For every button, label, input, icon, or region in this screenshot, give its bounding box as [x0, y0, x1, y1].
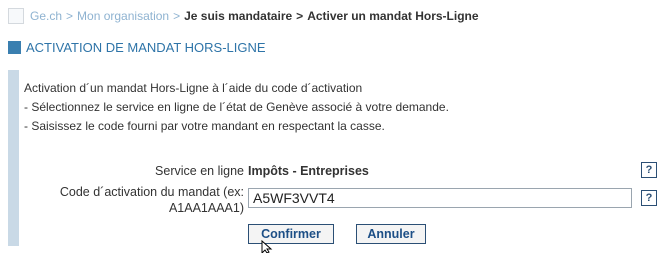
instructions: Activation d´un mandat Hors-Ligne à l´ai…	[24, 79, 449, 136]
breadcrumb: Ge.ch > Mon organisation > Je suis manda…	[8, 8, 479, 24]
instruction-line: - Sélectionnez le service en ligne de l´…	[24, 100, 449, 114]
code-label-line2: A1AA1AAA1)	[168, 201, 244, 215]
instructions-heading: Activation d´un mandat Hors-Ligne à l´ai…	[24, 81, 363, 95]
confirm-button[interactable]: Confirmer	[248, 224, 334, 244]
code-label-line1: Code d´activation du mandat (ex:	[59, 185, 244, 199]
code-help-icon[interactable]: ?	[641, 190, 657, 206]
service-value: Impôts - Entreprises	[248, 164, 369, 178]
breadcrumb-item-mandataire: Je suis mandataire	[184, 9, 293, 23]
page-title: ACTIVATION DE MANDAT HORS-LIGNE	[26, 40, 266, 55]
breadcrumb-link-gech[interactable]: Ge.ch	[30, 9, 62, 23]
code-label: Code d´activation du mandat (ex: A1AA1AA…	[24, 184, 244, 216]
activation-code-input[interactable]: A5WF3VVT4	[248, 188, 632, 208]
breadcrumb-home-checkbox-icon	[8, 8, 24, 24]
service-help-icon[interactable]: ?	[641, 162, 657, 178]
breadcrumb-separator: >	[66, 9, 74, 23]
breadcrumb-separator: >	[173, 9, 181, 23]
breadcrumb-item-current: Activer un mandat Hors-Ligne	[307, 9, 479, 23]
cancel-button[interactable]: Annuler	[356, 224, 426, 244]
section-square-icon	[8, 41, 21, 54]
service-label: Service en ligne	[155, 164, 244, 178]
panel-left-bar	[8, 70, 19, 246]
instruction-line: - Saisissez le code fourni par votre man…	[24, 119, 385, 133]
mouse-cursor-icon	[261, 239, 273, 253]
breadcrumb-separator: >	[296, 9, 304, 23]
breadcrumb-link-organisation[interactable]: Mon organisation	[77, 9, 169, 23]
section-header: ACTIVATION DE MANDAT HORS-LIGNE	[8, 40, 266, 55]
